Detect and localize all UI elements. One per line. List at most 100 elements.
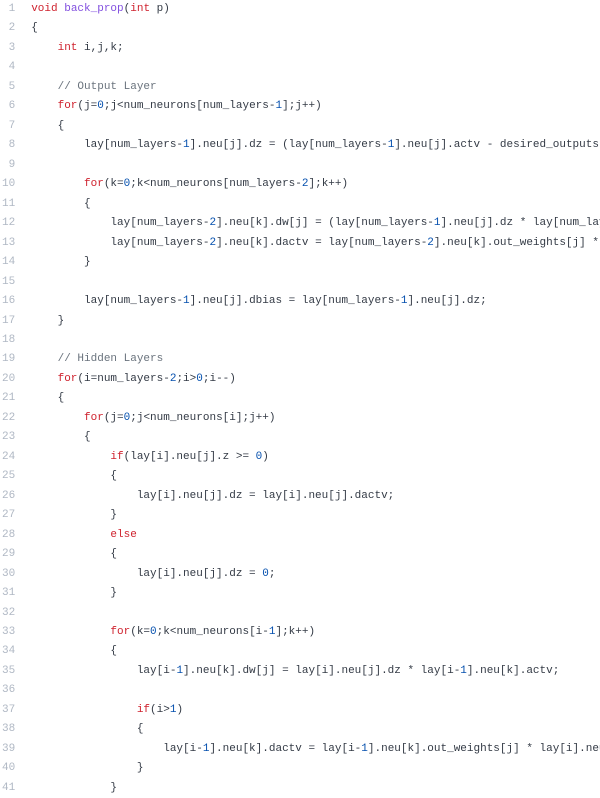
token-plain: (i=num_layers- [77, 373, 169, 385]
line-number: 20 [0, 370, 17, 389]
code-line: if(lay[i].neu[j].z >= 0) [31, 448, 600, 467]
token-num: 2 [427, 237, 434, 249]
line-number: 26 [0, 487, 17, 506]
token-plain: lay[i].neu[j].dz = lay[i].neu[j].dactv; [137, 490, 394, 502]
line-number: 16 [0, 292, 17, 311]
token-plain: ].neu[k].actv; [467, 665, 559, 677]
line-number: 18 [0, 331, 17, 350]
code-line: int i,j,k; [31, 39, 600, 58]
token-plain: ].neu[j].actv - desired_outputs[p][j]) * [394, 139, 600, 151]
token-plain: ].neu[j].dbias = lay[num_layers- [190, 295, 401, 307]
token-plain: p) [150, 3, 170, 15]
token-plain: (lay[i].neu[j].z >= [124, 451, 256, 463]
token-kw: for [110, 626, 130, 638]
token-num: 1 [460, 665, 467, 677]
code-line: for(j=0;j<num_neurons[num_layers-1];j++) [31, 97, 600, 116]
token-num: 2 [302, 178, 309, 190]
line-number: 29 [0, 545, 17, 564]
code-line: for(k=0;k<num_neurons[i-1];k++) [31, 623, 600, 642]
token-num: 1 [401, 295, 408, 307]
line-number: 31 [0, 584, 17, 603]
token-plain: } [84, 256, 91, 268]
token-kw: int [58, 42, 78, 54]
line-number: 1 [0, 0, 17, 19]
code-line: } [31, 759, 600, 778]
token-num: 0 [196, 373, 203, 385]
line-number: 7 [0, 117, 17, 136]
code-line: { [31, 389, 600, 408]
code-content[interactable]: void back_prop(int p) { int i,j,k; // Out… [27, 0, 600, 798]
token-plain: ].neu[k].out_weights[j] * lay[i].neu[j].… [368, 743, 600, 755]
token-plain: } [137, 762, 144, 774]
token-plain: (j= [104, 412, 124, 424]
token-plain: ) [176, 704, 183, 716]
token-plain: ].neu[k].out_weights[j] * lay[num_l [434, 237, 600, 249]
token-fn: back_prop [64, 3, 123, 15]
code-line: { [31, 467, 600, 486]
code-line: // Hidden Layers [31, 350, 600, 369]
token-plain: { [31, 22, 38, 34]
code-line [31, 156, 600, 175]
line-number: 22 [0, 409, 17, 428]
line-number: 37 [0, 701, 17, 720]
token-plain: ].neu[j].dz; [408, 295, 487, 307]
line-number: 21 [0, 389, 17, 408]
code-line: lay[i-1].neu[k].dw[j] = lay[i].neu[j].dz… [31, 662, 600, 681]
line-number: 32 [0, 604, 17, 623]
token-num: 1 [434, 217, 441, 229]
line-number: 25 [0, 467, 17, 486]
code-line: { [31, 117, 600, 136]
code-line: } [31, 253, 600, 272]
token-kw: if [137, 704, 150, 716]
token-plain: ;k<num_neurons[num_layers- [130, 178, 302, 190]
line-number: 23 [0, 428, 17, 447]
token-plain: ;j<num_neurons[i];j++) [130, 412, 275, 424]
token-plain: ].neu[k].dw[j] = lay[i].neu[j].dz * lay[… [183, 665, 460, 677]
code-line: } [31, 779, 600, 798]
token-kw: if [110, 451, 123, 463]
token-kw: for [58, 100, 78, 112]
token-plain: ].neu[j].dz = (lay[num_layers- [190, 139, 388, 151]
token-plain: } [110, 509, 117, 521]
token-cmt: // Output Layer [58, 81, 157, 93]
code-line: lay[num_layers-2].neu[k].dw[j] = (lay[nu… [31, 214, 600, 233]
line-number: 2 [0, 19, 17, 38]
token-plain: } [58, 315, 65, 327]
token-plain: ;j<num_neurons[num_layers- [104, 100, 276, 112]
token-plain: ;i--) [203, 373, 236, 385]
token-plain: ].neu[k].dactv = lay[num_layers- [216, 237, 427, 249]
line-number: 33 [0, 623, 17, 642]
code-line: lay[i-1].neu[k].dactv = lay[i-1].neu[k].… [31, 740, 600, 759]
token-plain: (k= [104, 178, 124, 190]
token-plain: ];k++) [309, 178, 349, 190]
code-line: } [31, 312, 600, 331]
token-plain: { [110, 470, 117, 482]
line-number: 12 [0, 214, 17, 233]
token-plain: { [84, 431, 91, 443]
token-num: 1 [361, 743, 368, 755]
token-kw: for [84, 178, 104, 190]
token-plain: (j= [77, 100, 97, 112]
token-num: 0 [97, 100, 104, 112]
token-plain: lay[i].neu[j].dz = [137, 568, 262, 580]
line-number: 13 [0, 234, 17, 253]
token-plain: { [58, 120, 65, 132]
token-plain: { [110, 645, 117, 657]
code-block: 1234567891011121314151617181920212223242… [0, 0, 600, 798]
token-plain: i,j,k; [77, 42, 123, 54]
line-number: 15 [0, 273, 17, 292]
code-line: void back_prop(int p) [31, 0, 600, 19]
line-number: 34 [0, 642, 17, 661]
code-line [31, 331, 600, 350]
line-number: 5 [0, 78, 17, 97]
code-line: { [31, 545, 600, 564]
code-line: { [31, 19, 600, 38]
code-line: for(j=0;j<num_neurons[i];j++) [31, 409, 600, 428]
line-number: 11 [0, 195, 17, 214]
code-line: { [31, 720, 600, 739]
code-line: lay[i].neu[j].dz = lay[i].neu[j].dactv; [31, 487, 600, 506]
line-number: 36 [0, 681, 17, 700]
token-plain: lay[i- [163, 743, 203, 755]
line-number: 27 [0, 506, 17, 525]
token-kw: else [110, 529, 136, 541]
